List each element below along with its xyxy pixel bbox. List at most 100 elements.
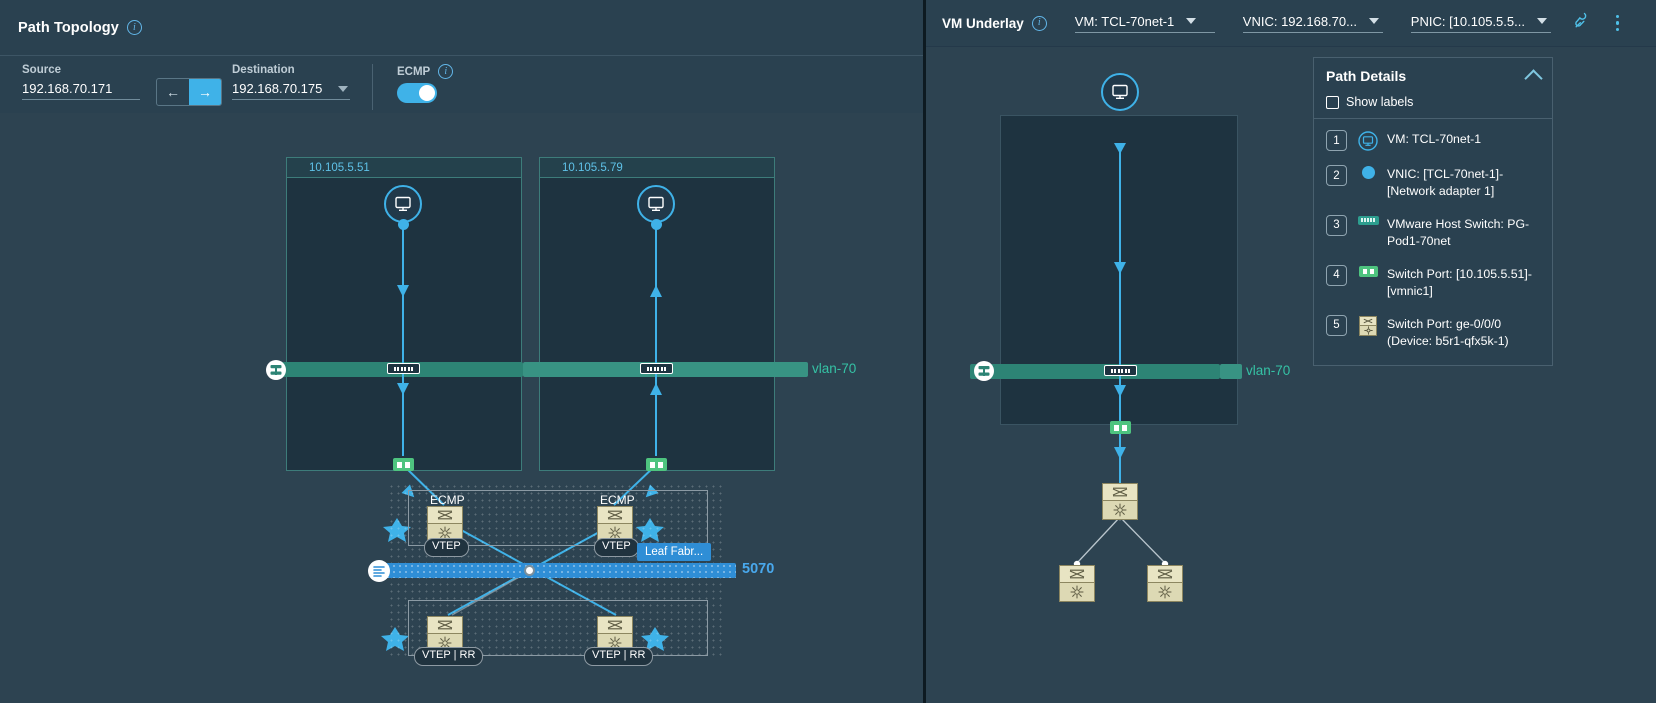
source-field: Source 192.168.70.171: [22, 64, 140, 100]
step-number: 2: [1326, 165, 1347, 186]
topology-canvas[interactable]: 10.105.5.51 10.105.5.79 vlan-70 ECMP ECM…: [0, 113, 923, 703]
vnic-dot-a[interactable]: [398, 219, 409, 230]
ecmp-toggle-knob: [419, 85, 435, 101]
host-switch-glyph: [1357, 215, 1379, 225]
switch-arrows-icon: [437, 620, 453, 630]
ecmp-tag-right: ECMP: [600, 493, 635, 507]
step-number: 1: [1326, 130, 1347, 151]
path-step-5[interactable]: 5 Switch Port: ge-0/0/0 (Device: b5r1-qf…: [1326, 314, 1542, 351]
pnic-select-value: PNIC: [10.105.5.5...: [1410, 13, 1525, 29]
switch-arrows-icon: [607, 510, 623, 520]
show-labels-checkbox[interactable]: [1326, 95, 1339, 109]
show-labels-label: Show labels: [1346, 95, 1414, 109]
show-labels-row[interactable]: Show labels: [1326, 95, 1540, 109]
underlay-leaf-switch[interactable]: [1102, 483, 1138, 520]
underlay-spine-switch-left[interactable]: [1059, 565, 1095, 602]
switch-glyph-icon: [598, 507, 632, 524]
direction-toggle[interactable]: ← →: [156, 78, 222, 106]
pin-icon[interactable]: [1573, 11, 1592, 35]
step-number: 5: [1326, 314, 1347, 336]
switch-port-chip-b[interactable]: [646, 458, 667, 471]
source-value: 192.168.70.171: [22, 81, 113, 96]
path-step-2[interactable]: 2 VNIC: [TCL-70net-1]-[Network adapter 1…: [1326, 165, 1542, 201]
info-icon[interactable]: i: [126, 20, 142, 35]
vm-underlay-canvas[interactable]: vlan-70 Path Details Show labels 1 VM: T…: [926, 47, 1656, 703]
path-step-4[interactable]: 4 Switch Port: [10.105.5.51]-[vmnic1]: [1326, 264, 1542, 301]
info-icon[interactable]: i: [438, 64, 454, 79]
underlay-host-switch-chip[interactable]: [1104, 365, 1137, 376]
chevron-down-icon[interactable]: [1368, 18, 1379, 24]
host-switch-chip-a[interactable]: [387, 363, 420, 374]
pin-glyph-icon: [1574, 12, 1587, 28]
router-glyph-icon: [1103, 501, 1137, 519]
switch-port-glyph: [1358, 265, 1378, 277]
app-root: Path Topology i Source 192.168.70.171 ← …: [0, 0, 1656, 703]
destination-field: Destination 192.168.70.175: [232, 64, 350, 100]
router-glyph-icon: [1060, 583, 1094, 601]
ecmp-field: ECMP i: [372, 64, 454, 110]
vtep-label-right: VTEP: [594, 538, 639, 557]
path-details-header: Path Details Show labels: [1314, 58, 1552, 119]
vtep-rr-label-left: VTEP | RR: [414, 647, 484, 666]
vm-monitor-icon: [1112, 84, 1128, 99]
path-details-list: 1 VM: TCL-70net-1 2 VNIC: [TCL-70net-1]-…: [1314, 119, 1552, 365]
router-glyph-icon: [1148, 583, 1182, 601]
host-switch-icon: [1357, 215, 1379, 225]
switch-glyph-icon: [1103, 484, 1137, 501]
vm-select-value: VM: TCL-70net-1: [1074, 13, 1175, 29]
vnic-dot-b[interactable]: [651, 219, 662, 230]
step-text: VMware Host Switch: PG-Pod1-70net: [1387, 216, 1530, 249]
physical-switch-icon: [1357, 315, 1379, 336]
fabric-endcap-icon[interactable]: [368, 560, 390, 582]
direction-backward-button[interactable]: ←: [157, 79, 189, 105]
switch-arrows-icon: [1112, 487, 1128, 497]
ecmp-label-row: ECMP i: [397, 64, 454, 79]
step-text: VM: TCL-70net-1: [1387, 132, 1482, 146]
more-options-icon[interactable]: [1610, 13, 1626, 34]
underlay-vm-endpoint[interactable]: [1101, 73, 1139, 111]
router-star-icon: [1363, 326, 1373, 335]
path-step-1[interactable]: 1 VM: TCL-70net-1: [1326, 130, 1542, 151]
ecmp-toggle[interactable]: [397, 83, 437, 103]
leaf-fabric-label[interactable]: Leaf Fabr...: [637, 543, 712, 561]
switch-port-chip-a[interactable]: [393, 458, 414, 471]
vm-underlay-header: VM Underlay i VM: TCL-70net-1 VNIC: 192.…: [926, 0, 1656, 47]
chevron-down-icon[interactable]: [338, 85, 348, 92]
source-input[interactable]: 192.168.70.171: [22, 81, 140, 100]
path-topology-header: Path Topology i: [0, 0, 923, 55]
vnic-dot-icon: [1357, 166, 1379, 179]
chevron-down-icon[interactable]: [1186, 18, 1197, 24]
source-label: Source: [22, 64, 61, 76]
pnic-select[interactable]: PNIC: [10.105.5.5...: [1410, 13, 1551, 33]
path-details-card: Path Details Show labels 1 VM: TCL-70net…: [1313, 57, 1553, 366]
ecmp-label: ECMP: [397, 65, 431, 78]
chevron-down-icon[interactable]: [1536, 18, 1547, 24]
vnic-select-value: VNIC: 192.168.70...: [1242, 13, 1357, 29]
destination-value: 192.168.70.175: [232, 81, 323, 96]
fabric-bar[interactable]: [385, 563, 736, 578]
step-text: Switch Port: ge-0/0/0 (Device: b5r1-qfx5…: [1387, 316, 1509, 349]
step-number: 3: [1326, 214, 1347, 236]
chevron-up-icon[interactable]: [1524, 69, 1543, 88]
direction-forward-button[interactable]: →: [189, 79, 221, 105]
destination-label: Destination: [232, 64, 295, 76]
vm-endpoint-b[interactable]: [637, 185, 675, 223]
switch-glyph-icon: [428, 507, 462, 524]
info-icon[interactable]: i: [1031, 15, 1047, 31]
underlay-spine-switch-right[interactable]: [1147, 565, 1183, 602]
fabric-glyph-icon: [373, 566, 385, 577]
underlay-switch-port-chip[interactable]: [1110, 421, 1131, 434]
fabric-junction-dot: [524, 565, 535, 576]
vm-monitor-icon: [1357, 131, 1379, 151]
vnic-dot-glyph: [1361, 166, 1375, 179]
step-text: VNIC: [TCL-70net-1]-[Network adapter 1]: [1387, 167, 1504, 199]
destination-select[interactable]: 192.168.70.175: [232, 81, 350, 100]
switch-arrows-icon: [607, 620, 623, 630]
vnic-select[interactable]: VNIC: 192.168.70...: [1242, 13, 1383, 33]
vm-select[interactable]: VM: TCL-70net-1: [1074, 13, 1215, 33]
fabric-bar-dots: [385, 563, 736, 578]
path-step-3[interactable]: 3 VMware Host Switch: PG-Pod1-70net: [1326, 214, 1542, 251]
switch-arrows-icon: [1157, 569, 1173, 579]
host-switch-chip-b[interactable]: [640, 363, 673, 374]
vm-endpoint-a[interactable]: [384, 185, 422, 223]
